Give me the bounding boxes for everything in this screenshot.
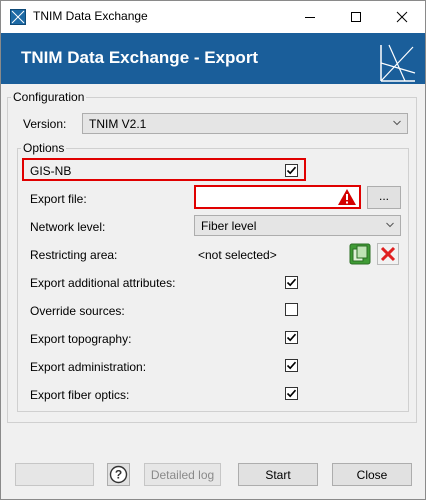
chevron-down-icon (393, 120, 401, 126)
checkmark-icon (286, 278, 297, 287)
chevron-down-icon (386, 222, 394, 228)
checkmark-icon (286, 166, 297, 175)
checkmark-icon (286, 333, 297, 342)
network-level-label: Network level: (30, 220, 106, 234)
export-additional-attributes-label: Export additional attributes: (30, 276, 176, 290)
options-group-label: Options (21, 141, 67, 155)
close-icon (396, 11, 408, 23)
export-topography-checkbox[interactable] (285, 331, 298, 344)
export-fiber-optics-checkbox[interactable] (285, 387, 298, 400)
help-icon: ? (107, 463, 130, 486)
network-level-combobox[interactable]: Fiber level (194, 215, 401, 236)
version-value: TNIM V2.1 (89, 117, 147, 131)
app-icon (10, 9, 26, 25)
restricting-area-value: <not selected> (198, 248, 277, 262)
configuration-group-label: Configuration (11, 90, 87, 104)
export-file-label: Export file: (30, 192, 87, 206)
maximize-icon (351, 12, 361, 22)
version-label: Version: (23, 117, 67, 131)
delete-icon (377, 243, 399, 265)
select-area-button[interactable] (349, 243, 371, 265)
export-topography-label: Export topography: (30, 332, 132, 346)
version-combobox[interactable]: TNIM V2.1 (82, 113, 408, 134)
maximize-button[interactable] (333, 1, 379, 33)
svg-text:?: ? (115, 468, 122, 482)
window-title: TNIM Data Exchange (33, 9, 148, 23)
close-button[interactable]: Close (332, 463, 412, 486)
blank-button (15, 463, 94, 486)
detailed-log-button[interactable]: Detailed log (144, 463, 221, 486)
override-sources-label: Override sources: (30, 304, 125, 318)
gis-nb-checkbox[interactable] (285, 164, 298, 177)
export-administration-checkbox[interactable] (285, 359, 298, 372)
header-title: TNIM Data Exchange - Export (21, 48, 259, 67)
export-additional-attributes-checkbox[interactable] (285, 276, 298, 289)
override-sources-checkbox[interactable] (285, 303, 298, 316)
tnim-logo-icon (380, 44, 416, 82)
title-bar[interactable]: TNIM Data Exchange (1, 1, 425, 33)
clear-area-button[interactable] (377, 243, 399, 265)
restricting-area-label: Restricting area: (30, 248, 118, 262)
dialog-window: TNIM Data Exchange TNIM Data Exchange - … (0, 0, 426, 500)
export-fiber-optics-label: Export fiber optics: (30, 388, 130, 402)
map-area-icon (349, 243, 371, 265)
minimize-icon (305, 17, 315, 18)
minimize-button[interactable] (287, 1, 333, 33)
checkmark-icon (286, 389, 297, 398)
dialog-header: TNIM Data Exchange - Export (1, 33, 425, 84)
gis-nb-label: GIS-NB (30, 164, 72, 178)
browse-button[interactable]: ... (367, 186, 401, 209)
warning-icon (338, 189, 356, 205)
export-administration-label: Export administration: (30, 360, 147, 374)
export-file-input[interactable] (194, 185, 361, 209)
close-window-button[interactable] (379, 1, 425, 33)
start-button[interactable]: Start (238, 463, 318, 486)
checkmark-icon (286, 361, 297, 370)
network-level-value: Fiber level (201, 219, 257, 233)
help-button[interactable]: ? (107, 463, 130, 486)
